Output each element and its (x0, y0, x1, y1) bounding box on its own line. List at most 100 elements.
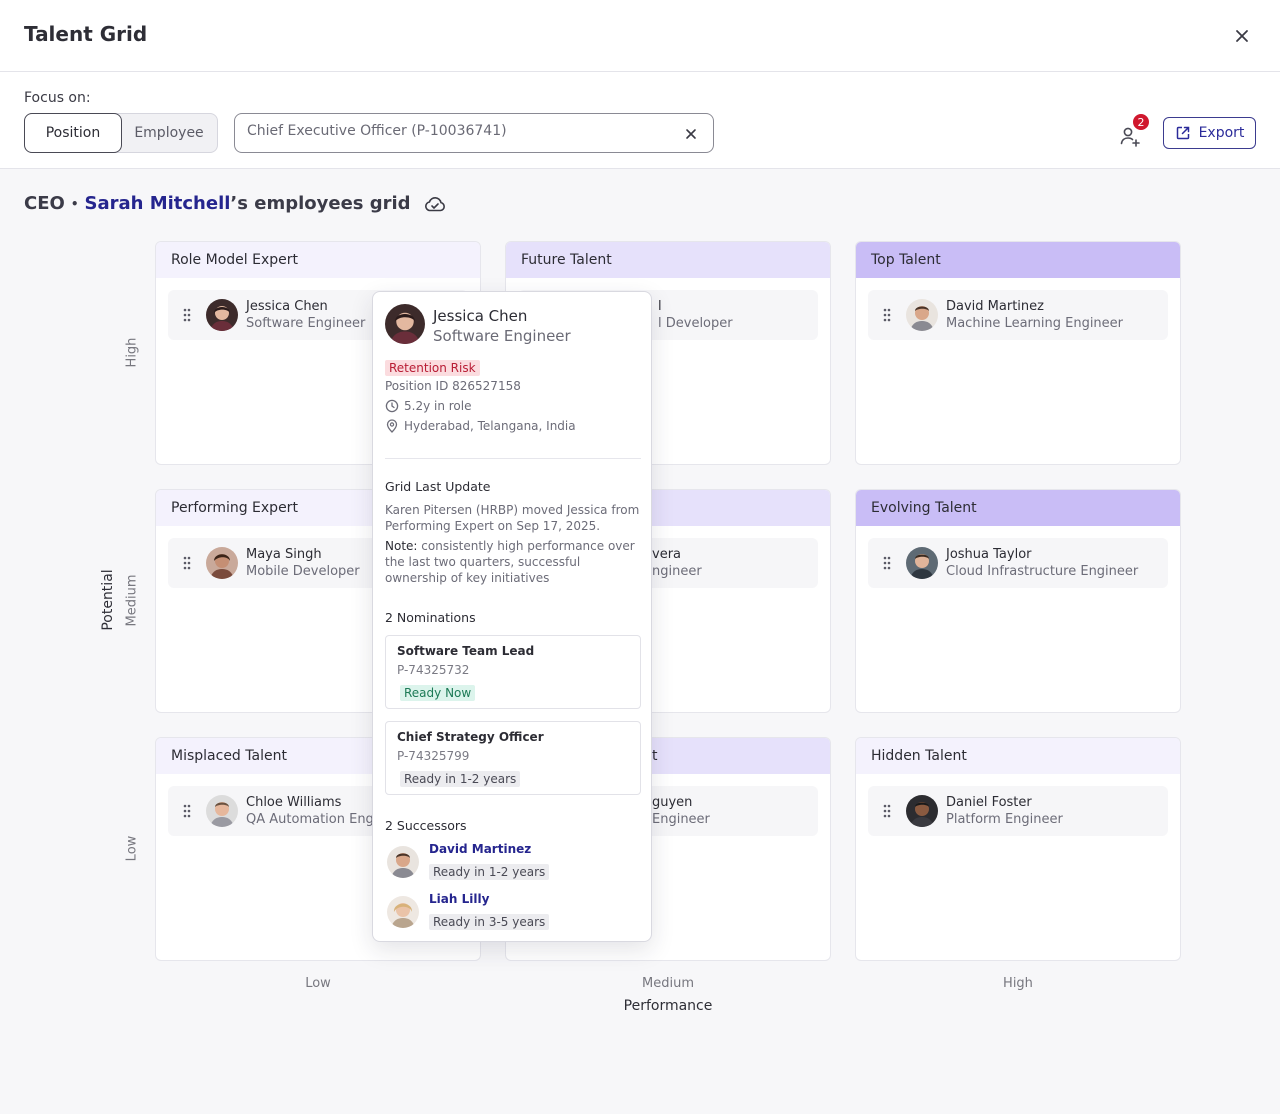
notification-badge: 2 (1132, 113, 1150, 131)
y-axis-title: Potential (100, 569, 116, 631)
avatar (385, 304, 425, 344)
grid-title-role: CEO (24, 193, 65, 214)
successors-title: 2 Successors (385, 818, 467, 833)
position-id-text: Position ID 826527158 (385, 379, 521, 393)
cell-title: Hidden Talent (856, 738, 1180, 774)
note-label: Note: (385, 539, 418, 553)
export-button[interactable]: Export (1163, 117, 1256, 149)
grid-title: CEO • Sarah Mitchell ’s employees grid (24, 193, 447, 214)
employee-role: QA Automation Engi (246, 811, 378, 827)
location-pin-icon (386, 419, 398, 433)
employee-name: Daniel Foster (946, 794, 1032, 810)
employee-card[interactable]: David Martinez Machine Learning Engineer (868, 290, 1168, 340)
position-search (234, 113, 714, 153)
cloud-check-icon (423, 194, 447, 214)
position-search-input[interactable] (247, 123, 667, 139)
avatar (906, 547, 938, 579)
tenure: 5.2y in role (385, 399, 471, 413)
readiness-badge: Ready in 1-2 years (400, 771, 521, 787)
avatar (206, 795, 238, 827)
page-title: Talent Grid (24, 22, 148, 46)
employee-role: Platform Engineer (946, 811, 1063, 827)
cell-title: Top Talent (856, 242, 1180, 278)
avatar (387, 896, 419, 928)
grid-title-manager[interactable]: Sarah Mitchell (84, 193, 230, 214)
employee-name: Chloe Williams (246, 794, 342, 810)
avatar (206, 547, 238, 579)
employee-card[interactable]: Joshua Taylor Cloud Infrastructure Engin… (868, 538, 1168, 588)
nomination-title: Chief Strategy Officer (397, 730, 544, 744)
x-axis-title: Performance (623, 998, 713, 1014)
readiness-badge: Ready in 3-5 years (429, 914, 550, 930)
x-axis-level-low: Low (305, 976, 331, 991)
drag-handle-icon[interactable] (868, 804, 906, 818)
cell-title: Evolving Talent (856, 490, 1180, 526)
grid-title-separator: • (70, 196, 79, 211)
clock-icon (385, 399, 399, 413)
divider (385, 458, 641, 459)
y-axis-level-low: Low (124, 835, 140, 862)
drag-handle-icon[interactable] (168, 308, 206, 322)
employee-name: guyen (652, 794, 693, 810)
note-text: consistently high performance over the l… (385, 539, 635, 585)
drag-handle-icon[interactable] (868, 308, 906, 322)
nominations-title: 2 Nominations (385, 610, 476, 625)
employee-role: Mobile Developer (246, 563, 360, 579)
nomination-id: P-74325799 (397, 749, 470, 763)
drag-handle-icon[interactable] (168, 804, 206, 818)
drag-handle-icon[interactable] (868, 556, 906, 570)
cell-title: Future Talent (506, 242, 830, 278)
employee-name: Maya Singh (246, 546, 322, 562)
x-axis-level-medium: Medium (642, 976, 694, 991)
focus-label: Focus on: (24, 90, 91, 106)
grid-update-text: Karen Pitersen (HRBP) moved Jessica from… (385, 503, 640, 533)
successor-name-link[interactable]: David Martinez (429, 842, 531, 856)
close-button[interactable] (1230, 24, 1254, 48)
employee-role: Cloud Infrastructure Engineer (946, 563, 1139, 579)
employee-name: David Martinez (946, 298, 1044, 314)
retention-risk-badge: Retention Risk (385, 360, 480, 376)
nominations-button[interactable]: 2 (1118, 113, 1150, 147)
employee-popover: Jessica Chen Software Engineer Retention… (372, 291, 652, 942)
avatar (387, 846, 419, 878)
location: Hyderabad, Telangana, India (385, 419, 576, 433)
focus-bar: Focus on: Position Employee 2 Export (0, 72, 1280, 169)
readiness-badge: Ready in 1-2 years (429, 864, 550, 880)
employee-name: Jessica Chen (246, 298, 328, 314)
clear-icon[interactable] (683, 126, 699, 142)
nomination-item[interactable]: Chief Strategy Officer P-74325799 Ready … (385, 721, 641, 795)
avatar (906, 795, 938, 827)
successor-item: David Martinez Ready in 1-2 years (387, 842, 627, 882)
avatar (906, 299, 938, 331)
position-id: Position ID 826527158 (385, 379, 521, 393)
employee-card[interactable]: Daniel Foster Platform Engineer (868, 786, 1168, 836)
y-axis-level-high: High (124, 337, 140, 368)
grid-title-suffix: ’s employees grid (230, 193, 411, 214)
nomination-item[interactable]: Software Team Lead P-74325732 Ready Now (385, 635, 641, 709)
employee-role: l Developer (658, 315, 733, 331)
grid-cell-evolving-talent: Evolving Talent Joshua Taylor Cloud Infr… (855, 489, 1181, 713)
grid-cell-top-talent: Top Talent David Martinez Machine Learni… (855, 241, 1181, 465)
popover-role: Software Engineer (433, 327, 571, 345)
grid-cell-hidden-talent: Hidden Talent Daniel Foster Platform Eng… (855, 737, 1181, 961)
focus-option-employee[interactable]: Employee (121, 114, 217, 152)
x-axis-level-high: High (1003, 976, 1033, 991)
export-label: Export (1198, 125, 1245, 141)
successor-item: Liah Lilly Ready in 3-5 years (387, 892, 627, 932)
employee-name: vera (652, 546, 682, 562)
cell-title: Role Model Expert (156, 242, 480, 278)
employee-role: Engineer (652, 811, 710, 827)
popover-name: Jessica Chen (433, 307, 528, 325)
employee-role: Machine Learning Engineer (946, 315, 1124, 331)
employee-role: Software Engineer (246, 315, 366, 331)
tenure-text: 5.2y in role (404, 399, 472, 413)
grid-update-note: Note: consistently high performance over… (385, 538, 641, 586)
drag-handle-icon[interactable] (168, 556, 206, 570)
focus-option-position[interactable]: Position (24, 113, 122, 153)
nomination-id: P-74325732 (397, 663, 470, 677)
modal-header: Talent Grid (0, 0, 1280, 72)
close-icon (1236, 30, 1248, 42)
y-axis-level-medium: Medium (124, 574, 140, 627)
employee-name: Joshua Taylor (946, 546, 1032, 562)
successor-name-link[interactable]: Liah Lilly (429, 892, 489, 906)
